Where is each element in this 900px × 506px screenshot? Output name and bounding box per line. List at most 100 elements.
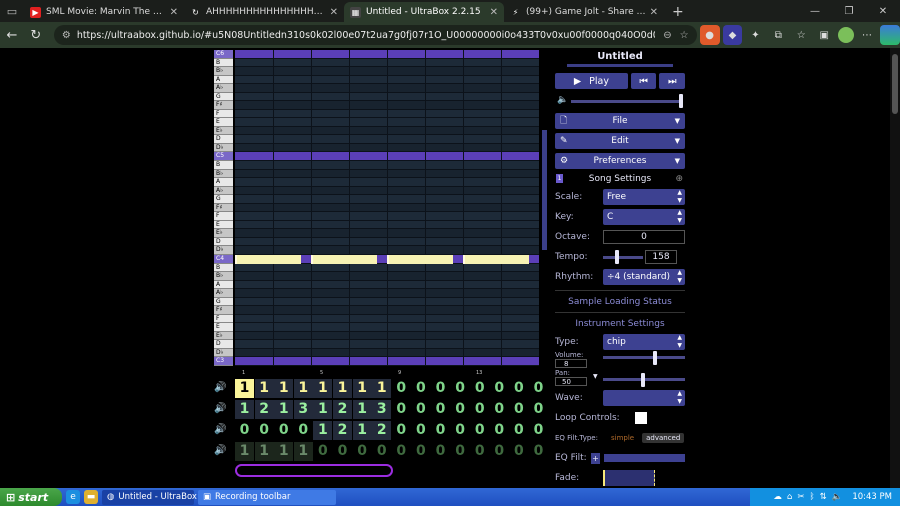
share-icon[interactable]: ⊖ xyxy=(663,30,671,41)
edge-icon[interactable]: e xyxy=(66,490,80,504)
cloud-icon[interactable]: ☁ xyxy=(773,492,782,502)
instrument-volume-slider[interactable] xyxy=(603,356,685,359)
piano-key[interactable]: C6 xyxy=(214,50,233,59)
pattern-cell[interactable]: 1 xyxy=(235,400,254,419)
pattern-editor[interactable] xyxy=(235,50,539,366)
piano-key[interactable]: E♭ xyxy=(214,126,233,136)
piano-keys[interactable]: C6 B B♭ A A♭ G F♯ F E E♭ D D♭ C5 B B♭ A A♭ G F♯ F E E♭ D D♭ C4 B B… xyxy=(214,50,233,366)
pattern-cell[interactable]: 1 xyxy=(372,379,392,398)
pattern-cell[interactable]: 1 xyxy=(352,421,372,440)
extension-icon[interactable]: ● xyxy=(699,25,720,45)
track-mute-icon[interactable]: 🔊 xyxy=(214,382,234,393)
key-select[interactable]: C ▲ ▼ xyxy=(603,209,685,225)
pattern-cell[interactable]: 0 xyxy=(509,400,528,419)
piano-key[interactable]: F xyxy=(214,109,233,119)
sample-loading-status[interactable]: Sample Loading Status xyxy=(555,295,685,309)
eq-add-icon[interactable]: + xyxy=(591,452,600,464)
pattern-cell[interactable]: 0 xyxy=(431,421,450,440)
fade-graph[interactable] xyxy=(603,470,655,486)
pattern-cell[interactable]: 0 xyxy=(411,400,430,419)
browser-tab[interactable]: ▦ Untitled - UltraBox 2.2.15 ✕ xyxy=(344,2,504,22)
maximize-icon[interactable]: ❐ xyxy=(832,0,866,22)
pattern-cell[interactable]: 0 xyxy=(274,421,293,440)
volume-slider-thumb[interactable] xyxy=(679,94,683,108)
pattern-cell[interactable]: 0 xyxy=(451,442,470,461)
loop-controls-checkbox[interactable] xyxy=(635,412,647,424)
piano-key[interactable]: F♯ xyxy=(214,306,233,315)
shield-icon[interactable]: ◆ xyxy=(722,25,743,45)
pattern-cell[interactable]: 1 xyxy=(352,379,372,398)
collapse-icon[interactable]: 1 xyxy=(556,174,563,183)
pattern-cell[interactable]: 1 xyxy=(293,379,313,398)
pattern-cell[interactable]: 0 xyxy=(431,400,450,419)
pattern-cell[interactable]: 0 xyxy=(411,379,430,398)
type-select[interactable]: chip ▲ ▼ xyxy=(603,334,685,350)
pattern-cell[interactable]: 0 xyxy=(490,421,509,440)
note[interactable] xyxy=(463,254,529,264)
close-tab-icon[interactable]: ✕ xyxy=(650,7,658,18)
pattern-cell[interactable]: 1 xyxy=(313,379,333,398)
piano-key[interactable]: D♭ xyxy=(214,246,233,255)
close-tab-icon[interactable]: ✕ xyxy=(490,7,498,18)
browser-tab[interactable]: ↻ AHHHHHHHHHHHHHHHHHHHHH ✕ xyxy=(184,2,344,22)
pattern-cell[interactable]: 0 xyxy=(470,379,489,398)
file-menu-button[interactable]: 🗋 File ▼ xyxy=(555,113,685,129)
eq-simple-tab[interactable]: simple xyxy=(611,434,634,442)
wave-select[interactable]: ▲ ▼ xyxy=(603,390,685,406)
piano-key[interactable]: A♭ xyxy=(214,186,233,196)
piano-key[interactable]: E xyxy=(214,323,233,332)
pattern-cell[interactable]: 0 xyxy=(294,421,313,440)
piano-key[interactable]: E♭ xyxy=(214,229,233,238)
address-bar[interactable]: ⚙ https://ultraabox.github.io/#u5N08Unti… xyxy=(53,25,697,45)
bluetooth-icon[interactable]: ᛒ xyxy=(810,492,815,502)
pattern-cell[interactable]: 0 xyxy=(411,421,430,440)
pattern-cell[interactable]: 1 xyxy=(254,379,274,398)
volume-tray-icon[interactable]: 🔈 xyxy=(832,492,843,502)
pattern-cell[interactable]: 1 xyxy=(274,400,294,419)
tempo-slider[interactable] xyxy=(603,249,645,265)
reload-icon[interactable]: ↻ xyxy=(24,23,48,47)
instrument-volume-thumb[interactable] xyxy=(653,351,657,365)
pattern-cell[interactable]: 0 xyxy=(255,421,274,440)
piano-key[interactable]: D♭ xyxy=(214,143,233,153)
collections-icon[interactable]: ▣ xyxy=(814,25,834,45)
eq-filter-bar[interactable] xyxy=(604,454,685,462)
browser-tab[interactable]: ▶ SML Movie: Marvin The Hero! - Y ✕ xyxy=(24,2,184,22)
pattern-cell[interactable]: 3 xyxy=(372,400,392,419)
play-button[interactable]: ▶ Play xyxy=(555,73,628,89)
piano-key[interactable]: D xyxy=(214,340,233,349)
piano-key[interactable]: B xyxy=(214,263,233,273)
piano-key[interactable]: F♯ xyxy=(214,101,233,110)
start-button[interactable]: ⊞ start xyxy=(0,488,62,506)
piano-key[interactable]: D xyxy=(214,237,233,247)
pattern-cell[interactable]: 0 xyxy=(509,379,528,398)
pattern-cell[interactable]: 2 xyxy=(372,421,392,440)
octave-scrollbar[interactable] xyxy=(540,130,550,380)
piano-key[interactable]: B♭ xyxy=(214,169,233,179)
pattern-cell[interactable]: 2 xyxy=(333,400,352,419)
piano-key[interactable]: E xyxy=(214,220,233,230)
pattern-cell[interactable]: 0 xyxy=(392,442,411,461)
piano-key[interactable]: G xyxy=(214,297,233,307)
pattern-cell[interactable]: 0 xyxy=(470,442,489,461)
piano-key[interactable]: D xyxy=(214,135,233,144)
pattern-cell[interactable]: 0 xyxy=(333,442,352,461)
track-editor[interactable]: 🔊 1 1 1 1 1 1 1 1 0 0 0 0 0 0 0 0 🔊 1 2 1 3 1 2 1 3 0 0 0 0 0 0 0 0 🔊 0 0 0 0 1… xyxy=(212,378,552,468)
pattern-cell[interactable]: 0 xyxy=(372,442,391,461)
pattern-cell[interactable]: 0 xyxy=(470,400,489,419)
piano-key[interactable]: E♭ xyxy=(214,331,233,341)
copilot-icon[interactable] xyxy=(880,25,900,45)
piano-key[interactable]: C3 xyxy=(214,357,233,366)
pan-slider-thumb[interactable] xyxy=(641,373,645,387)
track-mute-icon[interactable]: 🔊 xyxy=(214,424,234,435)
note[interactable] xyxy=(311,254,377,264)
track-mute-icon[interactable]: 🔊 xyxy=(214,403,234,414)
piano-key[interactable]: C4 xyxy=(214,254,233,264)
octave-input[interactable]: 0 xyxy=(603,230,685,244)
piano-key[interactable]: B xyxy=(214,161,233,170)
new-tab-button[interactable]: + xyxy=(664,2,692,22)
favorites-icon[interactable]: ☆ xyxy=(791,25,811,45)
loop-bar[interactable] xyxy=(235,464,393,477)
note[interactable] xyxy=(235,254,301,264)
pattern-cell[interactable]: 2 xyxy=(254,400,274,419)
